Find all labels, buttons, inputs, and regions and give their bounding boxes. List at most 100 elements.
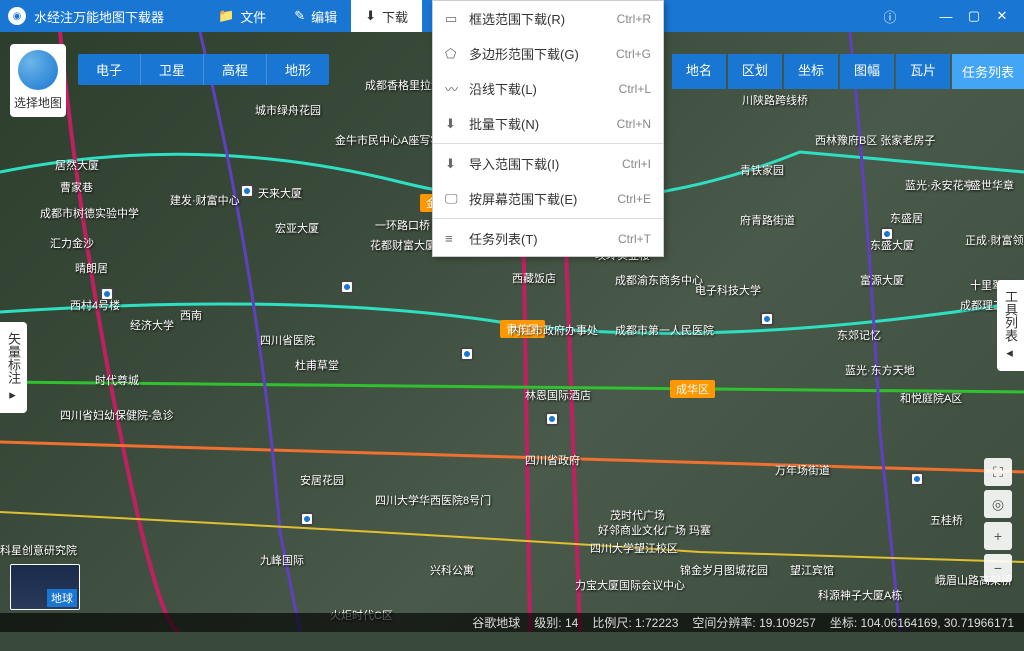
map-label: 茂时代广场: [610, 507, 665, 523]
map-label: 汇力金沙: [50, 235, 94, 251]
zoom-in-button[interactable]: +: [984, 522, 1012, 550]
close-button[interactable]: ✕: [988, 0, 1016, 32]
earth-thumbnail[interactable]: 地球: [10, 564, 80, 610]
tab-tile[interactable]: 瓦片: [896, 54, 950, 89]
map-label: 杜甫草堂: [295, 357, 339, 373]
dropdown-item[interactable]: ⬇批量下载(N)Ctrl+N: [433, 106, 663, 141]
dropdown-item-shortcut: Ctrl+E: [617, 192, 651, 206]
map-label: 兴科公寓: [430, 562, 474, 578]
map-tab-electronic[interactable]: 电子: [78, 54, 141, 85]
dropdown-item-shortcut: Ctrl+R: [617, 12, 651, 26]
map-label: 东盛居: [890, 210, 923, 226]
map-label: 蓝光·永安花亭: [905, 177, 975, 193]
locate-button[interactable]: ◎: [984, 490, 1012, 518]
map-label: 四川省妇幼保健院-急诊: [60, 407, 174, 423]
map-label: 东盛大厦: [870, 237, 914, 253]
map-label: 五桂桥: [930, 512, 963, 528]
dropdown-item-label: 框选范围下载(R): [469, 9, 617, 28]
user-icon[interactable]: 👤: [904, 0, 932, 32]
dropdown-item[interactable]: ⬠多边形范围下载(G)Ctrl+G: [433, 36, 663, 71]
map-label: 安居花园: [300, 472, 344, 488]
tab-coords[interactable]: 坐标: [784, 54, 838, 89]
dropdown-item-icon: 🖵: [445, 191, 461, 207]
map-label: 四川省政府: [525, 452, 580, 468]
dropdown-item-label: 导入范围下载(I): [469, 154, 622, 173]
map-label: 四川省医院: [260, 332, 315, 348]
map-tab-terrain[interactable]: 地形: [267, 54, 329, 85]
map-label: 望江宾馆: [790, 562, 834, 578]
dropdown-item-label: 任务列表(T): [469, 229, 618, 248]
maximize-button[interactable]: ▢: [960, 0, 988, 32]
map-label: 九峰国际: [260, 552, 304, 568]
status-level: 14: [565, 616, 578, 630]
dropdown-item-icon: ▭: [445, 11, 461, 27]
dropdown-item-label: 多边形范围下载(G): [469, 44, 616, 63]
metro-station-icon: [545, 412, 559, 426]
dropdown-item[interactable]: 🖵按屏幕范围下载(E)Ctrl+E: [433, 181, 663, 216]
map-label: 科星创意研究院: [0, 542, 77, 558]
map-label: 蓝光·东方天地: [845, 362, 915, 378]
side-tab-tool-list[interactable]: 工具列表 ◂: [997, 280, 1024, 371]
download-icon: ⬇: [365, 8, 376, 24]
map-label: 力宝大厦国际会议中心: [575, 577, 685, 593]
earth-thumb-label: 地球: [47, 589, 77, 607]
window-controls: ⓘ 👤 — ▢ ✕: [876, 0, 1016, 32]
map-label: 晴朗居: [75, 260, 108, 276]
dropdown-item[interactable]: ⬇导入范围下载(I)Ctrl+I: [433, 146, 663, 181]
map-label: 西藏饭店: [512, 270, 556, 286]
map-label: 青铁家园: [740, 162, 784, 178]
map-label: 科源神子大厦A栋: [818, 587, 902, 603]
map-label: 锦金岁月图城花园: [680, 562, 768, 578]
globe-icon: [18, 50, 58, 90]
menu-download[interactable]: ⬇下载: [351, 0, 422, 32]
map-label: 西林豫府B区 张家老房子: [815, 132, 935, 148]
status-scale: 1:72223: [635, 616, 678, 630]
info-icon[interactable]: ⓘ: [876, 0, 904, 32]
side-tab-vector-annotation[interactable]: 矢量标注 ▸: [0, 322, 27, 413]
dropdown-item[interactable]: ▭ 框选范围下载(R)Ctrl+R: [433, 1, 663, 36]
map-tab-elevation[interactable]: 高程: [204, 54, 267, 85]
chevron-left-icon: ◂: [1003, 346, 1018, 361]
map-label: 内江市政府办事处: [510, 322, 598, 338]
map-label: 成都市树德实验中学: [40, 205, 139, 221]
map-label: 花都财富大厦: [370, 237, 436, 253]
metro-station-icon: [910, 472, 924, 486]
map-label: 府青路街道: [740, 212, 795, 228]
map-label: 万年场街道: [775, 462, 830, 478]
map-label: 林恩国际酒店: [525, 387, 591, 403]
dropdown-item-shortcut: Ctrl+L: [619, 82, 651, 96]
zoom-controls: ⛶ ◎ + −: [984, 458, 1012, 582]
map-label: 成都渝东商务中心: [615, 272, 703, 288]
map-label: 好邻商业文化广场 玛塞: [598, 522, 711, 538]
map-label: 城市绿舟花园: [255, 102, 321, 118]
dropdown-item-shortcut: Ctrl+N: [617, 117, 651, 131]
dropdown-item-label: 批量下载(N): [469, 114, 617, 133]
map-label: 天来大厦: [258, 185, 302, 201]
menu-file[interactable]: 📁文件: [204, 0, 280, 32]
map-label: 建发·财富中心: [170, 192, 240, 208]
fullscreen-button[interactable]: ⛶: [984, 458, 1012, 486]
district-badge-chenghua: 成华区: [670, 380, 715, 398]
metro-station-icon: [760, 312, 774, 326]
app-title: 水经注万能地图下载器: [34, 7, 164, 26]
menu-edit[interactable]: ✎编辑: [280, 0, 351, 32]
metro-station-icon: [300, 512, 314, 526]
dropdown-item-icon: 〰: [445, 79, 461, 98]
download-dropdown: ▭框选范围下载(R)Ctrl+R⬠多边形范围下载(G)Ctrl+G〰沿线下载(L…: [432, 0, 664, 257]
zoom-out-button[interactable]: −: [984, 554, 1012, 582]
tab-task-list[interactable]: 任务列表: [952, 54, 1024, 89]
minimize-button[interactable]: —: [932, 0, 960, 32]
map-label: 成都市第一人民医院: [615, 322, 714, 338]
map-tab-satellite[interactable]: 卫星: [141, 54, 204, 85]
tab-division[interactable]: 区划: [728, 54, 782, 89]
tab-sheet[interactable]: 图幅: [840, 54, 894, 89]
dropdown-item-label: 沿线下载(L): [469, 79, 619, 98]
status-resolution: 19.109257: [759, 616, 816, 630]
tab-placename[interactable]: 地名: [672, 54, 726, 89]
right-tool-tabs: 地名 区划 坐标 图幅 瓦片 任务列表: [670, 54, 1024, 89]
dropdown-item[interactable]: ≡任务列表(T)Ctrl+T: [433, 221, 663, 256]
map-label: 经济大学: [130, 317, 174, 333]
dropdown-item[interactable]: 〰沿线下载(L)Ctrl+L: [433, 71, 663, 106]
map-label: 时代尊城: [95, 372, 139, 388]
map-source-selector[interactable]: 选择地图: [10, 44, 66, 117]
